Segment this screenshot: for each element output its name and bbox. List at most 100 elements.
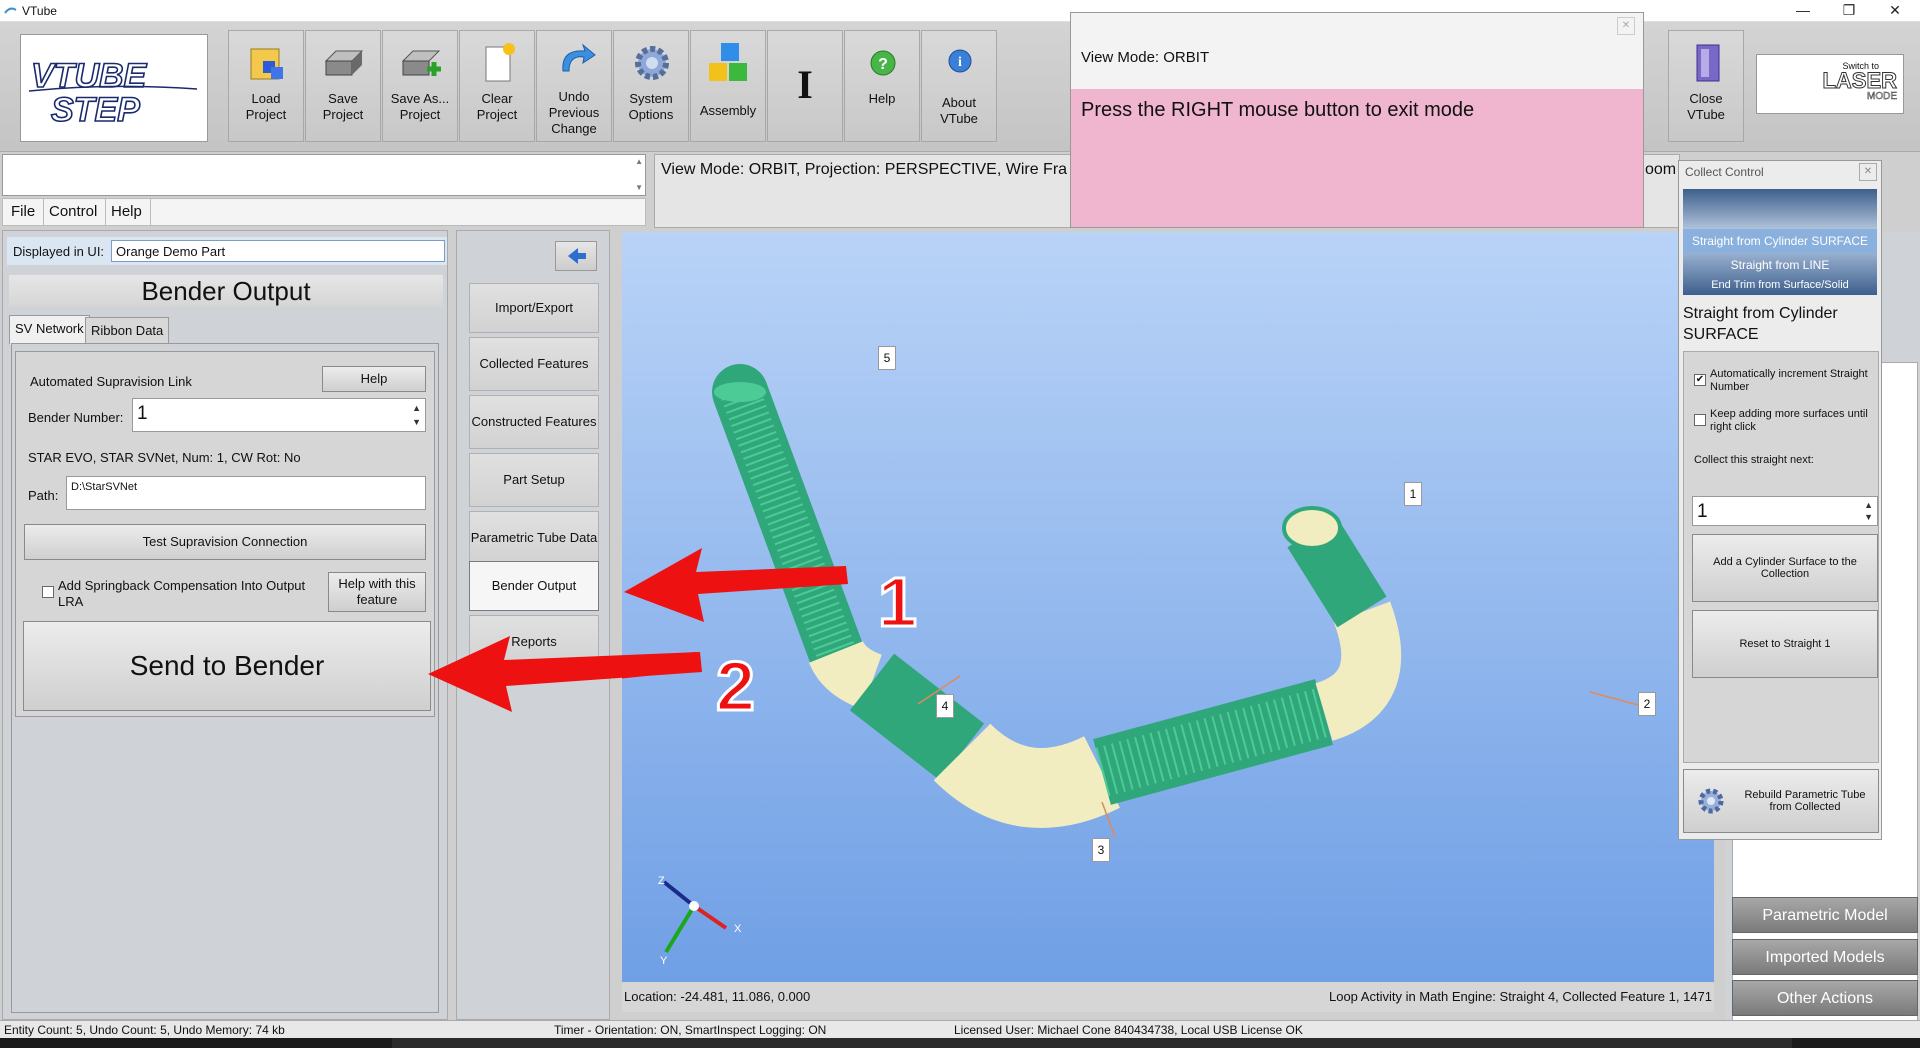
parametric-model-button[interactable]: Parametric Model <box>1732 897 1918 933</box>
help-with-feature-button[interactable]: Help with this feature <box>328 572 426 612</box>
rebuild-gear-icon <box>1698 788 1724 814</box>
send-to-bender-button[interactable]: Send to Bender <box>23 621 431 711</box>
tab-sv-network[interactable]: SV Network <box>9 315 90 345</box>
about-vtube-button[interactable]: i About VTube <box>921 30 997 142</box>
help-button-sv[interactable]: Help <box>322 366 426 392</box>
collect-mode-item[interactable]: Straight from LINE <box>1683 253 1877 277</box>
collect-mode-heading: Straight from Cylinder SURFACE <box>1683 305 1838 343</box>
stepper-up-icon[interactable]: ▲ <box>412 403 421 413</box>
tube-model-canvas[interactable]: Z X Y 1 <box>622 232 1714 982</box>
nav-collected-features[interactable]: Collected Features <box>469 337 599 391</box>
collect-mode-list[interactable]: Straight from Cylinder SURFACE Straight … <box>1683 189 1877 295</box>
collect-next-label: Collect this straight next: <box>1694 454 1814 466</box>
collect-next-stepper[interactable]: 1 ▲ ▼ <box>1692 496 1878 526</box>
svg-text:STEP: STEP <box>51 91 140 129</box>
imported-models-button[interactable]: Imported Models <box>1732 939 1918 975</box>
vtube-step-logo: VTUBE STEP <box>20 34 208 142</box>
nav-parametric-tube-data[interactable]: Parametric Tube Data <box>469 511 599 565</box>
auto-increment-label: Automatically increment Straight Number <box>1710 368 1868 393</box>
system-options-button[interactable]: System Options <box>613 30 689 142</box>
feature-nav-column: Import/Export Collected Features Constru… <box>456 230 610 1020</box>
new-page-icon <box>485 43 515 82</box>
reset-to-straight-button[interactable]: Reset to Straight 1 <box>1692 610 1878 678</box>
test-supravision-connection-button[interactable]: Test Supravision Connection <box>24 524 426 560</box>
restore-button[interactable]: ❐ <box>1826 0 1872 22</box>
view-status-text-tail: oom <box>1645 161 1677 178</box>
add-cylinder-surface-button[interactable]: Add a Cylinder Surface to the Collection <box>1692 534 1878 602</box>
menu-control[interactable]: Control <box>41 199 107 225</box>
automated-link-label: Automated Supravision Link <box>30 374 192 389</box>
displayed-in-ui-label: Displayed in UI: <box>13 244 105 259</box>
bender-number-stepper[interactable]: 1 ▲ ▼ <box>132 398 426 432</box>
load-project-button[interactable]: Load Project <box>228 30 304 142</box>
window-title: VTube <box>22 4 57 18</box>
clear-project-button[interactable]: Clear Project <box>459 30 535 142</box>
timer-status: Timer - Orientation: ON, SmartInspect Lo… <box>554 1023 827 1037</box>
view-mode-message-area: Press the RIGHT mouse button to exit mod… <box>1071 89 1643 227</box>
callout-5[interactable]: 5 <box>878 346 896 370</box>
view-mode-popup-header: ✕ View Mode: ORBIT <box>1071 13 1643 89</box>
menu-file[interactable]: File <box>3 199 45 225</box>
springback-checkbox[interactable] <box>42 586 54 598</box>
arrow-left-icon <box>568 248 586 264</box>
info-cursor-button[interactable]: I <box>767 30 843 142</box>
stepper-down-icon[interactable]: ▼ <box>412 417 421 427</box>
save-project-button[interactable]: Save Project <box>305 30 381 142</box>
scroll-up-icon[interactable]: ▲ <box>635 157 643 166</box>
undo-arrow-icon <box>562 43 596 72</box>
collect-close-icon[interactable]: ✕ <box>1859 163 1877 181</box>
bender-info-text: STAR EVO, STAR SVNet, Num: 1, CW Rot: No <box>28 450 301 465</box>
nav-constructed-features[interactable]: Constructed Features <box>469 395 599 449</box>
callout-3[interactable]: 3 <box>1092 838 1110 862</box>
command-input[interactable]: ▲ ▼ <box>2 154 646 196</box>
left-panel: Displayed in UI: Orange Demo Part Bender… <box>2 230 448 1020</box>
rebuild-parametric-tube-button[interactable]: Rebuild Parametric Tube from Collected <box>1683 769 1879 833</box>
tab-ribbon-data[interactable]: Ribbon Data <box>85 317 170 345</box>
collect-mode-item[interactable]: Straight from Cylinder SURFACE <box>1683 229 1877 253</box>
arrow-label-1: 1 <box>878 563 917 641</box>
help-question-icon: ? <box>870 50 896 76</box>
collapse-panel-button[interactable] <box>555 241 597 271</box>
bender-output-header: Bender Output <box>9 275 443 307</box>
text-cursor-icon: I <box>797 62 813 107</box>
keep-adding-checkbox[interactable] <box>1694 414 1706 426</box>
svg-text:?: ? <box>878 56 888 73</box>
axis-triad: Z X Y <box>658 875 742 967</box>
scroll-down-icon[interactable]: ▼ <box>635 183 643 192</box>
3d-viewport[interactable]: Z X Y 1 5 1 2 3 4 <box>622 232 1714 982</box>
nav-bender-output[interactable]: Bender Output <box>469 561 599 611</box>
nav-import-export[interactable]: Import/Export <box>469 283 599 333</box>
collect-mode-item[interactable]: End Trim from Surface/Solid <box>1683 277 1877 295</box>
path-field[interactable]: D:\StarSVNet <box>66 476 426 510</box>
popup-close-icon[interactable]: ✕ <box>1617 17 1635 35</box>
collect-control-title: Collect Control <box>1685 165 1764 179</box>
displayed-in-ui-field[interactable]: Orange Demo Part <box>111 240 445 262</box>
undo-previous-change-button[interactable]: Undo Previous Change <box>536 30 612 142</box>
stepper-down-icon[interactable]: ▼ <box>1864 512 1873 522</box>
close-vtube-button[interactable]: Close VTube <box>1668 30 1744 142</box>
help-button[interactable]: ? Help <box>844 30 920 142</box>
view-mode-title: View Mode: ORBIT <box>1081 49 1210 66</box>
view-mode-message: Press the RIGHT mouse button to exit mod… <box>1081 99 1475 121</box>
path-label: Path: <box>28 488 59 503</box>
status-bar: Entity Count: 5, Undo Count: 5, Undo Mem… <box>0 1020 1920 1038</box>
callout-1[interactable]: 1 <box>1404 482 1422 506</box>
save-as-project-button[interactable]: Save As... Project <box>382 30 458 142</box>
callout-2[interactable]: 2 <box>1638 692 1656 716</box>
stepper-up-icon[interactable]: ▲ <box>1864 500 1873 510</box>
bender-number-label: Bender Number: <box>28 410 124 425</box>
axis-z-label: Z <box>658 875 665 887</box>
other-actions-button[interactable]: Other Actions <box>1732 980 1918 1016</box>
close-window-button[interactable]: ✕ <box>1872 0 1918 22</box>
callout-4[interactable]: 4 <box>936 694 954 718</box>
switch-to-laser-mode-button[interactable]: Switch to LASER MODE <box>1756 54 1904 114</box>
svg-text:i: i <box>958 55 962 70</box>
minimize-button[interactable]: — <box>1780 0 1826 22</box>
auto-increment-checkbox[interactable]: ✔ <box>1694 374 1706 386</box>
assembly-button[interactable]: Assembly <box>690 30 766 142</box>
menu-help[interactable]: Help <box>103 199 151 225</box>
nav-part-setup[interactable]: Part Setup <box>469 453 599 507</box>
location-readout: Location: -24.481, 11.086, 0.000 <box>624 989 811 1004</box>
arrow-label-2: 2 <box>716 647 755 725</box>
exit-door-icon <box>1696 44 1720 82</box>
